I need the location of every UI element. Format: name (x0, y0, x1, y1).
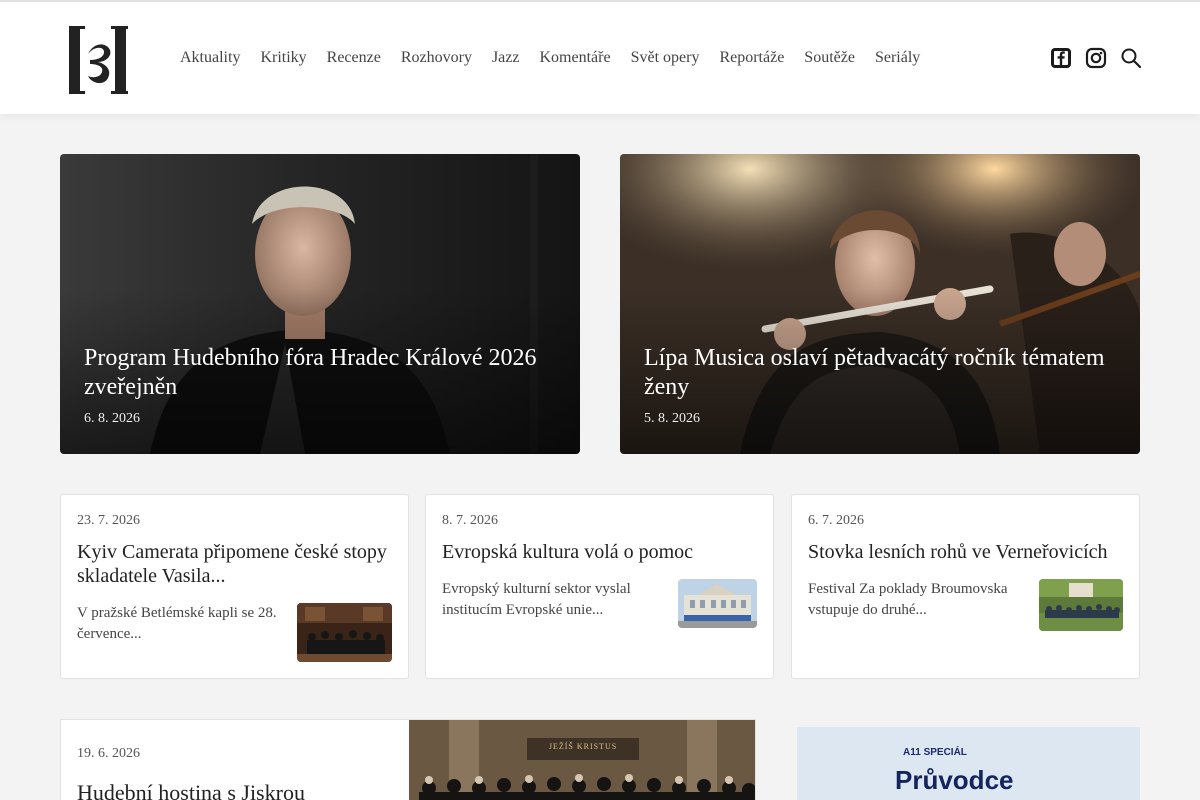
nav-svet-opery[interactable]: Svět opery (621, 47, 710, 69)
card-thumbnail[interactable] (1039, 579, 1123, 631)
hero-overlay (60, 154, 580, 454)
nav-rozhovory[interactable]: Rozhovory (391, 47, 482, 69)
nav-souteze[interactable]: Soutěže (794, 47, 865, 69)
nav-reportaze[interactable]: Reportáže (709, 47, 794, 69)
hero-date: 6. 8. 2026 (84, 411, 140, 426)
card-title[interactable]: Evropská kultura volá o pomoc (442, 540, 762, 564)
card-excerpt: Festival Za poklady Broumovska vstupuje … (808, 581, 1008, 618)
nav-kritiky[interactable]: Kritiky (250, 47, 316, 69)
wide-image-choir[interactable]: JEŽÍŠ KRISTUS (409, 720, 755, 800)
card-thumbnail[interactable] (678, 579, 757, 628)
hero-date: 5. 8. 2026 (644, 411, 700, 426)
nav-jazz[interactable]: Jazz (482, 47, 530, 69)
site-logo[interactable] (66, 24, 134, 96)
wide-title[interactable]: Hudební hostina s Jiskrou (77, 780, 305, 800)
header-actions (1050, 47, 1142, 69)
hero-overlay (620, 154, 1140, 454)
wide-date: 19. 6. 2026 (77, 746, 140, 761)
facebook-icon[interactable] (1050, 47, 1072, 69)
card-excerpt: V pražské Betlémské kapli se 28. červenc… (77, 605, 277, 642)
instagram-icon[interactable] (1085, 47, 1107, 69)
card-excerpt: Evropský kulturní sektor vyslal instituc… (442, 581, 631, 618)
article-card-2[interactable]: 8. 7. 2026 Evropská kultura volá o pomoc… (425, 494, 774, 679)
nav-recenze[interactable]: Recenze (317, 47, 391, 69)
card-date: 23. 7. 2026 (77, 513, 140, 528)
wide-image-inscription: JEŽÍŠ KRISTUS (548, 742, 618, 751)
hero-article-1[interactable]: Program Hudebního fóra Hradec Králové 20… (60, 154, 580, 454)
main-navigation: Aktuality Kritiky Recenze Rozhovory Jazz… (170, 47, 930, 69)
card-date: 8. 7. 2026 (442, 513, 498, 528)
card-thumbnail[interactable] (297, 603, 392, 662)
ad-tag: A11 SPECIÁL (903, 747, 967, 758)
hero-article-2[interactable]: Lípa Musica oslaví pětadvacátý ročník té… (620, 154, 1140, 454)
card-date: 6. 7. 2026 (808, 513, 864, 528)
search-icon[interactable] (1120, 47, 1142, 69)
nav-aktuality[interactable]: Aktuality (170, 47, 250, 69)
site-header: Aktuality Kritiky Recenze Rozhovory Jazz… (0, 2, 1200, 114)
article-wide[interactable]: 19. 6. 2026 Hudební hostina s Jiskrou JE… (60, 719, 756, 800)
article-card-1[interactable]: 23. 7. 2026 Kyiv Camerata připomene česk… (60, 494, 409, 679)
article-card-3[interactable]: 6. 7. 2026 Stovka lesních rohů ve Verneř… (791, 494, 1140, 679)
hero-title[interactable]: Lípa Musica oslaví pětadvacátý ročník té… (644, 344, 1114, 402)
card-title[interactable]: Stovka lesních rohů ve Verneřovicích (808, 540, 1128, 564)
nav-komentare[interactable]: Komentáře (529, 47, 620, 69)
card-title[interactable]: Kyiv Camerata připomene české stopy skla… (77, 540, 397, 588)
hero-title[interactable]: Program Hudebního fóra Hradec Králové 20… (84, 344, 554, 402)
ad-title: Průvodce (895, 765, 1014, 795)
nav-serialy[interactable]: Seriály (865, 47, 930, 69)
ad-banner[interactable]: A11 SPECIÁL Průvodce (797, 727, 1140, 800)
